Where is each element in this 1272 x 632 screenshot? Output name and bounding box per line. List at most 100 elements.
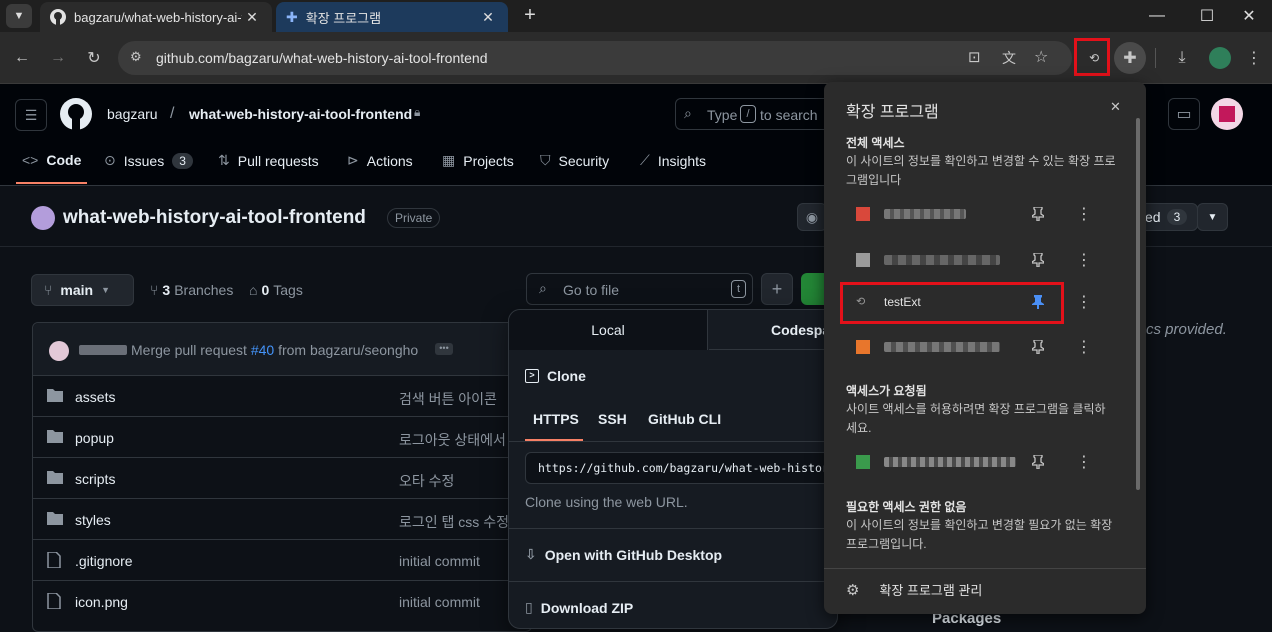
breadcrumb-owner[interactable]: bagzaru [107, 106, 158, 122]
search-icon: ⌕ [684, 105, 692, 121]
bookmark-star-icon[interactable]: ☆ [1034, 47, 1048, 67]
file-name[interactable]: assets [75, 389, 115, 405]
extension-item[interactable]: ⋮ [838, 442, 1128, 482]
file-commit[interactable]: 검색 버튼 아이콘 [399, 389, 497, 409]
close-window-button[interactable]: ✕ [1226, 0, 1272, 32]
add-file-button[interactable]: + [761, 273, 793, 305]
tab-security[interactable]: ⛉ Security [540, 152, 609, 169]
branch-selector[interactable]: ⑂ main ▼ [31, 274, 134, 306]
tags-link[interactable]: ⌂ 0 Tags [249, 282, 303, 298]
extensions-button[interactable]: ✚ [1114, 42, 1146, 74]
clone-url-input[interactable]: https://github.com/bagzaru/what-web-hist… [525, 452, 837, 484]
tab-projects[interactable]: ▦ Projects [442, 152, 514, 169]
scrollbar[interactable] [1136, 118, 1140, 490]
pin-icon[interactable] [1028, 337, 1048, 357]
minimize-button[interactable]: — [1134, 0, 1180, 32]
tab-insights[interactable]: ⟋ Insights [640, 152, 706, 169]
forward-button[interactable]: → [44, 44, 72, 72]
table-row[interactable]: .gitignore initial commit [33, 539, 533, 580]
tab-close-icon[interactable]: ✕ [242, 7, 262, 27]
new-tab-button[interactable]: + [518, 3, 542, 27]
table-row[interactable]: styles 로그인 탭 css 수정 [33, 498, 533, 539]
more-vert-icon[interactable]: ⋮ [1074, 250, 1094, 270]
table-row[interactable]: assets 검색 버튼 아이콘 [33, 375, 533, 416]
search-input[interactable]: ⌕ Type / to search [675, 98, 835, 130]
commit-message[interactable]: Merge pull request #40 from bagzaru/seon… [131, 342, 418, 358]
tab-github-cli[interactable]: GitHub CLI [648, 411, 721, 427]
download-zip-button[interactable]: ▯ Download ZIP [525, 599, 633, 616]
active-tab-underline [16, 182, 87, 184]
file-name[interactable]: popup [75, 430, 114, 446]
table-row[interactable]: popup 로그아웃 상태에서 [33, 416, 533, 457]
install-icon[interactable]: ⊡ [968, 48, 981, 66]
tab-https[interactable]: HTTPS [533, 411, 579, 427]
more-vert-icon[interactable]: ⋮ [1074, 452, 1094, 472]
menu-button[interactable]: ⋮ [1240, 44, 1268, 72]
branches-link[interactable]: ⑂ 3 Branches [150, 282, 233, 298]
reload-button[interactable]: ↻ [80, 44, 108, 72]
tab-label: Issues [123, 152, 165, 169]
extension-item[interactable]: ⋮ [838, 327, 1128, 367]
watch-button[interactable]: ◉ [797, 203, 827, 231]
user-avatar[interactable] [1211, 98, 1243, 130]
close-icon[interactable]: ✕ [1110, 99, 1121, 115]
table-row[interactable]: scripts 오타 수정 [33, 457, 533, 498]
more-vert-icon[interactable]: ⋮ [1074, 292, 1094, 312]
tab-codespaces[interactable]: Codespa [709, 310, 837, 350]
breadcrumb-repo[interactable]: what-web-history-ai-tool-frontend [189, 106, 412, 122]
extension-favicon [856, 253, 870, 267]
file-commit[interactable]: 로그인 탭 css 수정 [399, 512, 509, 532]
star-count: 3 [1166, 209, 1188, 225]
tab-extensions[interactable]: ✚ 확장 프로그램 ✕ [276, 2, 508, 32]
manage-extensions-button[interactable]: ⚙ 확장 프로그램 관리 [846, 580, 982, 599]
back-button[interactable]: ← [8, 44, 36, 72]
file-commit[interactable]: initial commit [399, 553, 480, 569]
go-to-file-placeholder: Go to file [563, 282, 620, 298]
file-commit[interactable]: initial commit [399, 594, 480, 610]
open-desktop-button[interactable]: ⇩ Open with GitHub Desktop [525, 546, 722, 563]
downloads-button[interactable]: ⤓ [1168, 44, 1196, 72]
site-info-icon[interactable]: ⚙ [130, 49, 142, 65]
translate-icon[interactable]: 文 [1002, 48, 1016, 68]
pin-icon[interactable] [1028, 204, 1048, 224]
commit-pr-link[interactable]: #40 [251, 342, 274, 358]
file-name[interactable]: icon.png [75, 594, 128, 610]
tab-ssh[interactable]: SSH [598, 411, 627, 427]
go-to-file-input[interactable]: ⌕ Go to file t [526, 273, 753, 305]
file-name[interactable]: styles [75, 512, 111, 528]
tab-search-button[interactable]: ▼ [6, 4, 32, 28]
about-text: cs provided. [1146, 321, 1227, 338]
extension-item[interactable]: ⋮ [838, 194, 1128, 234]
tab-local[interactable]: Local [509, 310, 708, 350]
file-name[interactable]: scripts [75, 471, 115, 487]
table-row[interactable]: icon.png initial commit [33, 580, 533, 621]
file-commit[interactable]: 오타 수정 [399, 471, 454, 491]
pin-icon[interactable] [1028, 250, 1048, 270]
code-dropdown: Local Codespa > Clone HTTPS SSH GitHub C… [508, 309, 838, 629]
more-vert-icon[interactable]: ⋮ [1074, 337, 1094, 357]
file-name[interactable]: .gitignore [75, 553, 133, 569]
tab-actions[interactable]: ⊳ Actions [347, 152, 413, 169]
address-bar[interactable]: ⚙ github.com/bagzaru/what-web-history-ai… [118, 41, 1072, 75]
chevron-down-icon: ▼ [13, 10, 25, 22]
download-icon: ⤓ [1178, 49, 1186, 66]
github-logo-icon[interactable] [60, 98, 92, 130]
avatar [49, 341, 69, 361]
tab-issues[interactable]: ⊙ Issues 3 [104, 152, 193, 169]
tab-pull-requests[interactable]: ⇅ Pull requests [218, 152, 319, 169]
tab-close-icon[interactable]: ✕ [478, 7, 498, 27]
hamburger-button[interactable]: ☰ [15, 99, 47, 131]
tab-code[interactable]: <> Code [22, 152, 81, 168]
desktop-download-icon: ⇩ [525, 546, 537, 562]
tab-github[interactable]: bagzaru/what-web-history-ai-t ✕ [40, 2, 272, 32]
maximize-button[interactable]: ☐ [1184, 0, 1230, 32]
repo-title[interactable]: what-web-history-ai-tool-frontend [63, 207, 366, 229]
notifications-button[interactable]: ▭ [1168, 98, 1200, 130]
profile-avatar[interactable] [1206, 44, 1234, 72]
pin-icon[interactable] [1028, 452, 1048, 472]
extension-item[interactable]: ⋮ [838, 240, 1128, 280]
file-commit[interactable]: 로그아웃 상태에서 [399, 430, 506, 450]
ellipsis-icon[interactable]: ••• [435, 343, 453, 355]
star-dropdown-button[interactable]: ▼ [1197, 203, 1228, 231]
more-vert-icon[interactable]: ⋮ [1074, 204, 1094, 224]
